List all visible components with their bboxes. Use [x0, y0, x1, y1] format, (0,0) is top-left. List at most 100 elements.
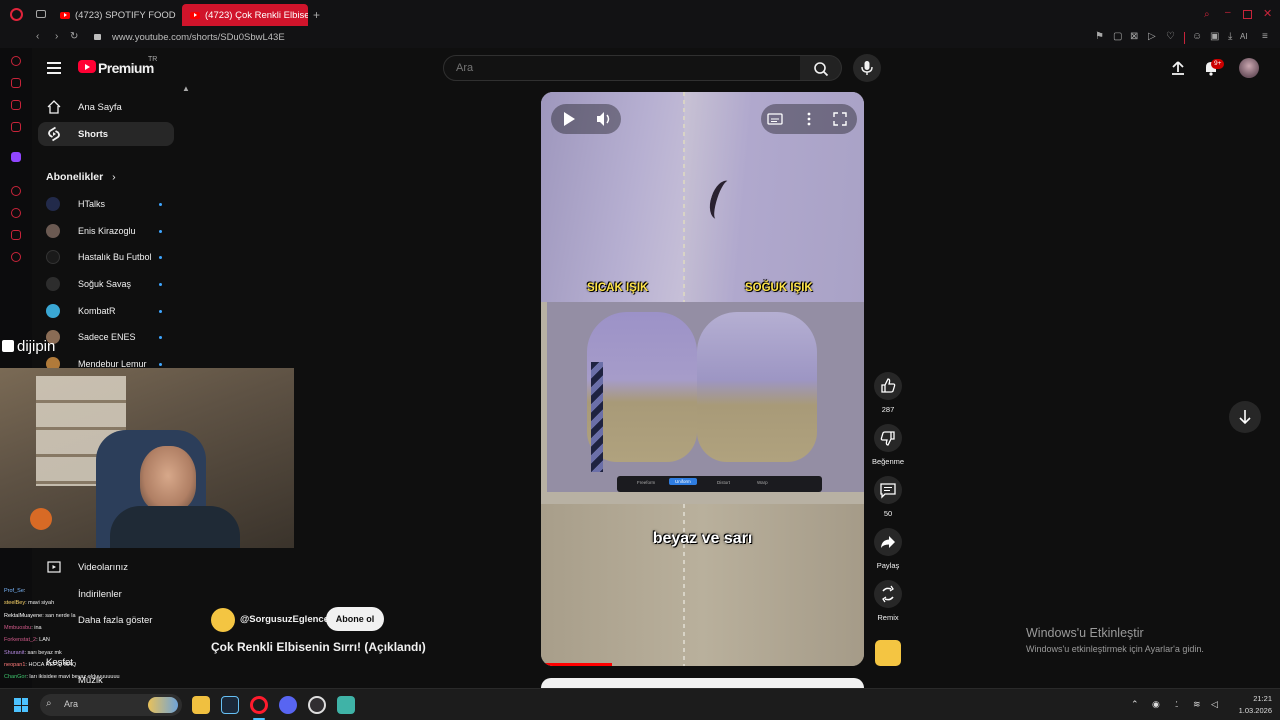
captions-button[interactable] — [766, 110, 784, 133]
search-tabs-icon[interactable]: ⌕ — [1204, 9, 1210, 20]
subscription-enis-kirazoglu[interactable]: Enis Kirazoglu — [46, 221, 166, 241]
settings-icon[interactable] — [11, 252, 21, 262]
new-content-dot — [159, 255, 162, 259]
obs-icon[interactable] — [308, 696, 326, 714]
speaker-icon[interactable]: ◁ — [1211, 699, 1218, 710]
search-box[interactable] — [443, 55, 801, 81]
messenger-icon[interactable] — [11, 100, 21, 110]
taskbar-search[interactable]: ⌕ Ara — [40, 694, 182, 716]
caption-warm-light: SICAK IŞIK — [587, 282, 649, 294]
sidebar-item-label: Shorts — [78, 128, 109, 140]
subscriptions-heading[interactable]: Abonelikler › — [46, 171, 116, 183]
youtube-favicon-icon — [190, 11, 200, 19]
instagram-icon[interactable] — [11, 122, 21, 132]
fullscreen-button[interactable] — [831, 110, 849, 133]
menu-button[interactable] — [42, 56, 66, 80]
next-short-button[interactable] — [1229, 401, 1261, 433]
sidebar-item-home[interactable]: Ana Sayfa — [38, 95, 174, 119]
subscription-htalks[interactable]: HTalks — [46, 194, 166, 214]
subscription-label: HTalks — [78, 199, 106, 209]
twitch-icon[interactable] — [11, 152, 21, 162]
clock[interactable]: 21:21 1.03.2026 — [1232, 693, 1272, 717]
network-icon[interactable]: ◉ — [1152, 699, 1160, 710]
easy-setup-icon[interactable]: ≡ — [1262, 31, 1268, 42]
sidebar-collapse-icon[interactable]: ▲ — [182, 84, 190, 93]
microphone-icon — [861, 61, 873, 75]
subscription-hastalik-bu-futbol[interactable]: Hastalık Bu Futbol — [46, 247, 166, 267]
pinboard-icon[interactable] — [11, 230, 21, 240]
subscribe-button[interactable]: Abone ol — [326, 607, 384, 631]
country-code: TR — [148, 56, 158, 63]
tray-overflow-icon[interactable]: ⌃ — [1131, 699, 1139, 710]
progress-bar[interactable] — [541, 663, 613, 666]
history-icon[interactable] — [11, 208, 21, 218]
like-button[interactable] — [874, 372, 902, 400]
volume-icon — [597, 112, 610, 126]
microphone-icon[interactable]: ⍘ — [1174, 699, 1179, 710]
player-icon[interactable] — [11, 186, 21, 196]
upload-button[interactable] — [1168, 58, 1188, 78]
steam-icon[interactable] — [221, 696, 239, 714]
more-options-button[interactable] — [800, 110, 818, 133]
volume-button[interactable] — [591, 106, 617, 132]
channel-name[interactable]: @SorgusuzEglence — [240, 614, 329, 625]
channel-thumbnail[interactable] — [875, 640, 901, 666]
subscription-sadece-enes[interactable]: Sadece ENES — [46, 327, 166, 347]
tab-spotify-food[interactable]: (4723) SPOTIFY FOOD | M — [52, 4, 178, 26]
youtube-premium-logo[interactable]: Premium — [98, 60, 154, 76]
download-icon[interactable]: ⤓ — [1228, 31, 1232, 42]
start-button[interactable] — [14, 698, 28, 712]
youtube-logo-icon[interactable] — [78, 60, 96, 73]
sidebar-item-your-videos[interactable]: Videolarınız — [38, 555, 174, 579]
new-tab-button[interactable]: + — [313, 8, 320, 22]
hamburger-icon-line — [47, 67, 61, 69]
captions-icon — [767, 113, 783, 125]
play-button[interactable] — [555, 106, 581, 132]
voice-search-button[interactable] — [853, 54, 881, 82]
close-icon[interactable]: ✕ — [1263, 7, 1272, 20]
remix-button[interactable] — [874, 580, 902, 608]
app-icon[interactable] — [337, 696, 355, 714]
search-input[interactable] — [444, 56, 800, 80]
aria-ai-button[interactable]: AI — [1240, 32, 1248, 41]
wifi-icon[interactable]: ≋ — [1193, 699, 1201, 710]
maximize-icon[interactable] — [1243, 10, 1252, 19]
opera-logo-icon[interactable] — [10, 8, 23, 21]
lock-icon — [94, 34, 101, 40]
minimize-icon[interactable]: – — [1225, 7, 1231, 18]
snapshot-icon[interactable]: ▢ — [1113, 31, 1122, 42]
chat-text: : LAN — [36, 637, 50, 643]
share-button[interactable] — [874, 528, 902, 556]
subscription-soguk-savas[interactable]: Soğuk Savaş — [46, 274, 166, 294]
chat-message: Mmbuosbu: ina — [4, 625, 42, 631]
channel-avatar[interactable] — [211, 608, 235, 632]
shorts-player[interactable]: SICAK IŞIK SOĞUK IŞIK Freeform Uniform D… — [541, 92, 864, 666]
search-button[interactable] — [800, 55, 842, 81]
account-icon[interactable]: ☺ — [1192, 31, 1202, 42]
file-explorer-icon[interactable] — [192, 696, 210, 714]
sidebar-item-shorts[interactable]: Shorts — [38, 122, 174, 146]
aria-icon[interactable] — [11, 56, 21, 66]
wallet-icon[interactable]: ⊠ — [1130, 31, 1138, 42]
play-icon[interactable]: ▷ — [1148, 31, 1156, 42]
tab-overview-icon[interactable] — [36, 10, 46, 18]
heart-icon[interactable]: ♡ — [1166, 31, 1175, 42]
avatar[interactable] — [1239, 58, 1259, 78]
tab-active-video[interactable]: (4723) Çok Renkli Elbisen — [182, 4, 308, 26]
opera-icon[interactable] — [250, 696, 268, 714]
subscription-label: Sadece ENES — [78, 332, 136, 342]
bookmark-icon[interactable]: ⚑ — [1095, 31, 1104, 42]
reload-icon[interactable]: ↻ — [70, 31, 78, 42]
dislike-button[interactable] — [874, 424, 902, 452]
extensions-icon[interactable]: ▣ — [1210, 31, 1219, 42]
discord-icon[interactable] — [279, 696, 297, 714]
back-icon[interactable]: ‹ — [36, 31, 39, 42]
forward-icon[interactable]: › — [55, 31, 58, 42]
video-title[interactable]: Çok Renkli Elbisenin Sırrı! (Açıklandı) — [211, 640, 426, 654]
chat-user: Prof_Se — [4, 588, 24, 594]
url-field[interactable]: www.youtube.com/shorts/SDu0SbwL43E — [112, 32, 285, 43]
speed-dial-icon[interactable] — [11, 78, 21, 88]
sidebar-item-label: Videolarınız — [78, 561, 128, 573]
subscription-kombatr[interactable]: KombatR — [46, 301, 166, 321]
comments-button[interactable] — [874, 476, 902, 504]
